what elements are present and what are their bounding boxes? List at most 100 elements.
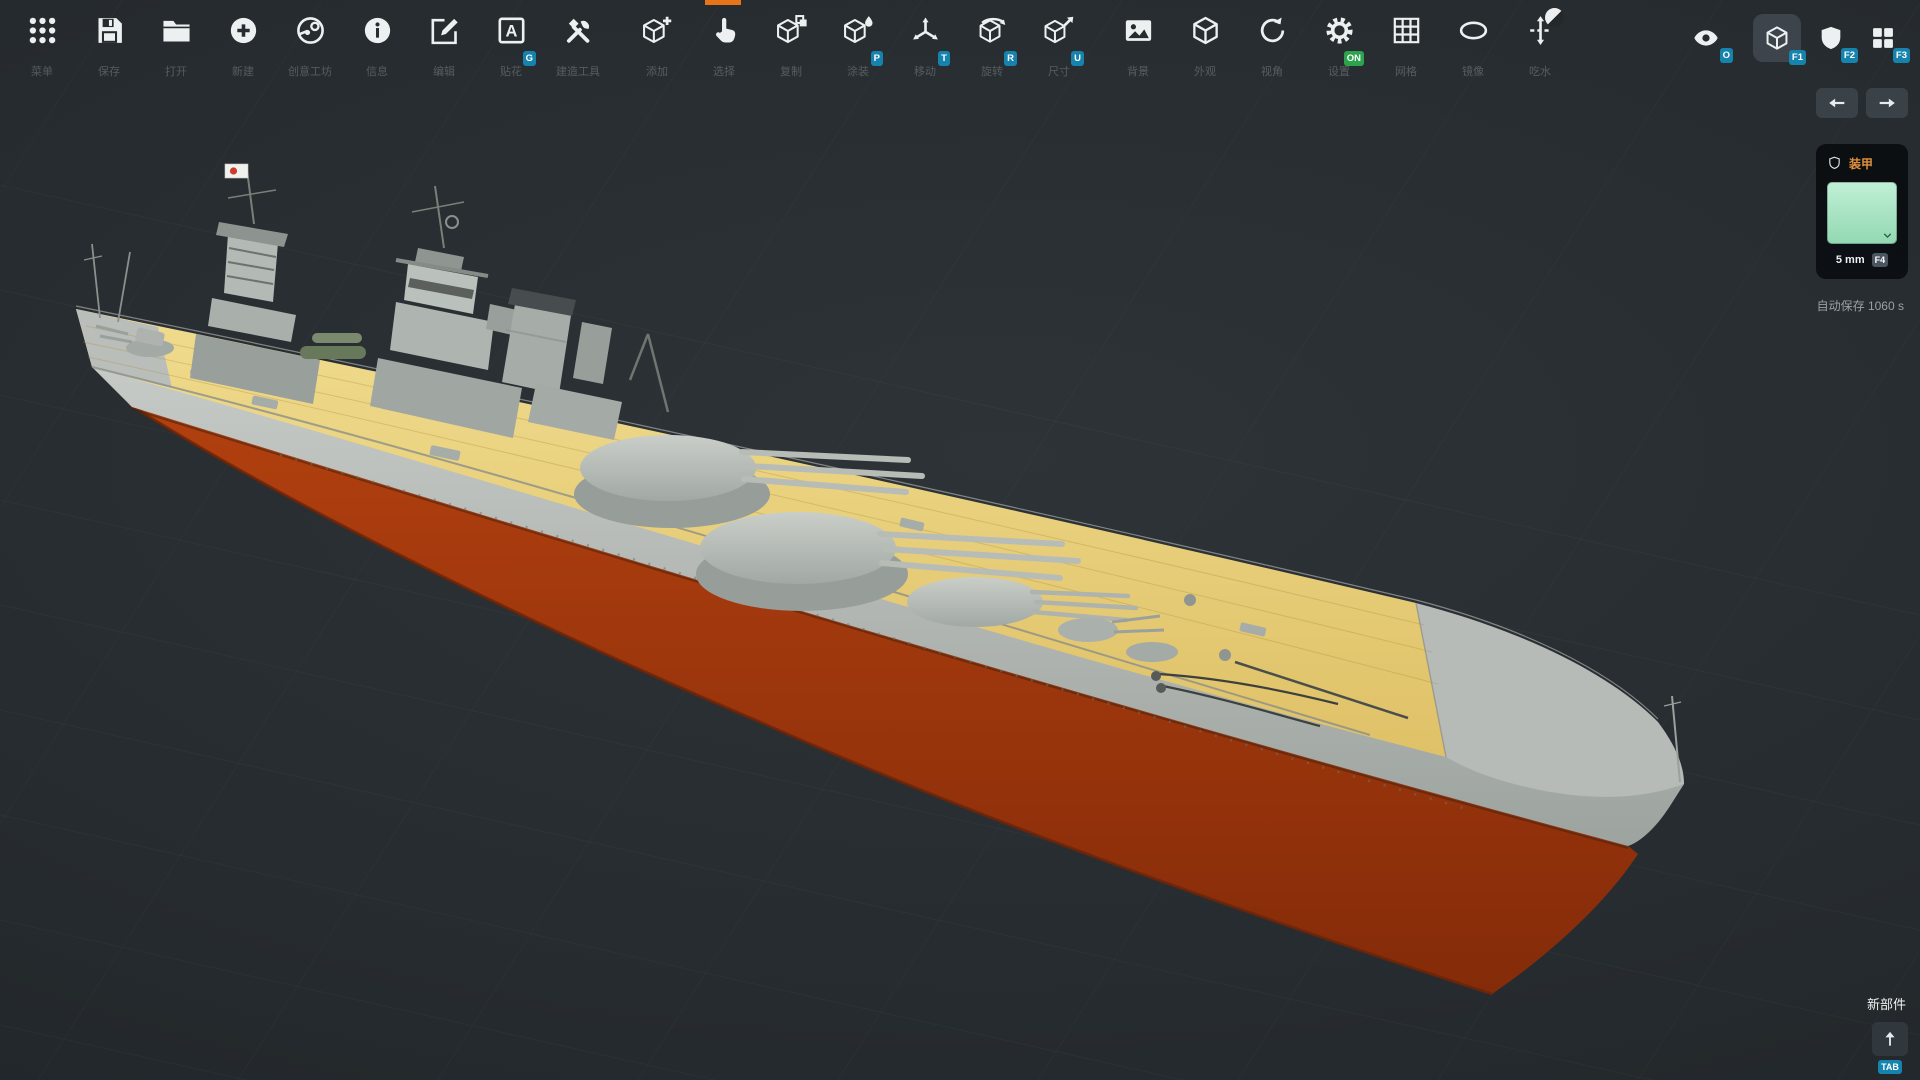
hand-pointer-icon xyxy=(708,14,741,47)
armor-panel: 装甲 5 mm F4 xyxy=(1816,144,1908,279)
orientation-indicator[interactable] xyxy=(1545,8,1564,27)
armor-thickness: 5 mm xyxy=(1836,254,1865,266)
tool-label: 建造工具 xyxy=(556,63,600,79)
cube-icon xyxy=(1763,24,1791,52)
tool-armor-mode[interactable]: F2 xyxy=(1809,16,1853,60)
new-part-button[interactable] xyxy=(1872,1022,1908,1056)
arrow-up-icon xyxy=(1880,1029,1900,1049)
new-part-control: 新部件 TAB xyxy=(1867,994,1908,1074)
tool-reset-view[interactable]: 视角 xyxy=(1250,14,1294,79)
hotkey-badge: F1 xyxy=(1789,50,1806,65)
tool-select[interactable]: 选择 xyxy=(702,14,746,79)
cube-rotate-icon xyxy=(976,14,1009,47)
tool-label: 涂装 xyxy=(847,63,869,79)
tool-label: 吃水 xyxy=(1529,63,1551,79)
tool-label: 视角 xyxy=(1261,63,1283,79)
tool-label: 旋转 xyxy=(981,63,1003,79)
tool-decal[interactable]: AG贴花 xyxy=(489,14,533,79)
cube-copy-icon xyxy=(775,14,808,47)
svg-text:A: A xyxy=(505,23,517,41)
autosave-status: 自动保存 1060 s xyxy=(1817,297,1904,314)
rotate-ccw-icon xyxy=(1256,14,1289,47)
info-icon xyxy=(361,14,394,47)
tool-duplicate[interactable]: 复制 xyxy=(769,14,813,79)
tool-sections-mode[interactable]: F3 xyxy=(1861,16,1905,60)
main-toolbar: 菜单保存打开新建创意工坊信息编辑AG贴花建造工具添加选择复制P涂装T移动R旋转U… xyxy=(20,14,1585,79)
tool-label: 保存 xyxy=(98,63,120,79)
hotkey-badge: R xyxy=(1004,51,1017,66)
tool-background[interactable]: 背景 xyxy=(1116,14,1160,79)
arrow-left-icon xyxy=(1826,92,1848,114)
folder-icon xyxy=(160,14,193,47)
tools-icon xyxy=(562,14,595,47)
tool-label: 新建 xyxy=(232,63,254,79)
hotkey-badge-tab: TAB xyxy=(1878,1060,1902,1074)
tool-edit[interactable]: 编辑 xyxy=(422,14,466,79)
arrow-right-icon xyxy=(1876,92,1898,114)
tool-appearance[interactable]: 外观 xyxy=(1183,14,1227,79)
hotkey-badge: O xyxy=(1720,48,1733,63)
tool-label: 编辑 xyxy=(433,63,455,79)
tool-settings[interactable]: ON设置 xyxy=(1317,14,1361,79)
hotkey-badge: U xyxy=(1071,51,1084,66)
tool-open[interactable]: 打开 xyxy=(154,14,198,79)
ellipse-icon xyxy=(1457,14,1490,47)
image-icon xyxy=(1122,14,1155,47)
aft-superstructure xyxy=(190,164,320,404)
tool-new[interactable]: 新建 xyxy=(221,14,265,79)
tool-add-part[interactable]: 添加 xyxy=(635,14,679,79)
new-part-label: 新部件 xyxy=(1867,994,1906,1013)
bridge-superstructure xyxy=(370,186,668,440)
cube-icon xyxy=(1189,14,1222,47)
tool-rotate[interactable]: R旋转 xyxy=(970,14,1014,79)
tool-scale[interactable]: U尺寸 xyxy=(1037,14,1081,79)
text-square-icon: A xyxy=(495,14,528,47)
tool-label: 添加 xyxy=(646,63,668,79)
hotkey-badge: G xyxy=(523,51,536,66)
ship-model[interactable] xyxy=(0,0,1920,1080)
tool-label: 移动 xyxy=(914,63,936,79)
tool-label: 打开 xyxy=(165,63,187,79)
hotkey-badge: T xyxy=(938,51,950,66)
tool-label: 信息 xyxy=(366,63,388,79)
ship-boat xyxy=(300,346,366,359)
tool-workshop[interactable]: 创意工坊 xyxy=(288,14,332,79)
tool-grid[interactable]: 网格 xyxy=(1384,14,1428,79)
shield-icon xyxy=(1817,24,1845,52)
armor-color-swatch[interactable] xyxy=(1827,182,1897,244)
hotkey-badge: ON xyxy=(1344,51,1364,66)
tool-label: 贴花 xyxy=(500,63,522,79)
tool-mirror[interactable]: 镜像 xyxy=(1451,14,1495,79)
redo-button[interactable] xyxy=(1866,88,1908,118)
tool-label: 创意工坊 xyxy=(288,63,332,79)
tool-label: 菜单 xyxy=(31,63,53,79)
plus-circle-icon xyxy=(227,14,260,47)
tool-label: 外观 xyxy=(1194,63,1216,79)
grid-icon xyxy=(1390,14,1423,47)
tool-label: 复制 xyxy=(780,63,802,79)
tool-label: 镜像 xyxy=(1462,63,1484,79)
save-icon xyxy=(93,14,126,47)
tool-label: 尺寸 xyxy=(1048,63,1070,79)
tool-label: 选择 xyxy=(713,63,735,79)
tool-parts-mode[interactable]: F1 xyxy=(1753,14,1801,62)
view-mode-toolbar: O F1F2F3 xyxy=(1684,14,1905,62)
3d-viewport[interactable] xyxy=(0,0,1920,1080)
cube-paint-icon xyxy=(842,14,875,47)
tool-move[interactable]: T移动 xyxy=(903,14,947,79)
tool-label: 网格 xyxy=(1395,63,1417,79)
hotkey-badge: F3 xyxy=(1893,48,1910,63)
undo-button[interactable] xyxy=(1816,88,1858,118)
tool-save[interactable]: 保存 xyxy=(87,14,131,79)
tool-info[interactable]: 信息 xyxy=(355,14,399,79)
tool-paint[interactable]: P涂装 xyxy=(836,14,880,79)
history-controls xyxy=(1816,88,1908,118)
tool-visibility[interactable]: O xyxy=(1684,16,1728,60)
tool-build-tools[interactable]: 建造工具 xyxy=(556,14,600,79)
chevron-down-icon xyxy=(1881,229,1894,242)
steam-icon xyxy=(294,14,327,47)
edit-square-icon xyxy=(428,14,461,47)
tool-menu[interactable]: 菜单 xyxy=(20,14,64,79)
cube-scale-icon xyxy=(1043,14,1076,47)
hotkey-badge-f4: F4 xyxy=(1872,253,1889,267)
